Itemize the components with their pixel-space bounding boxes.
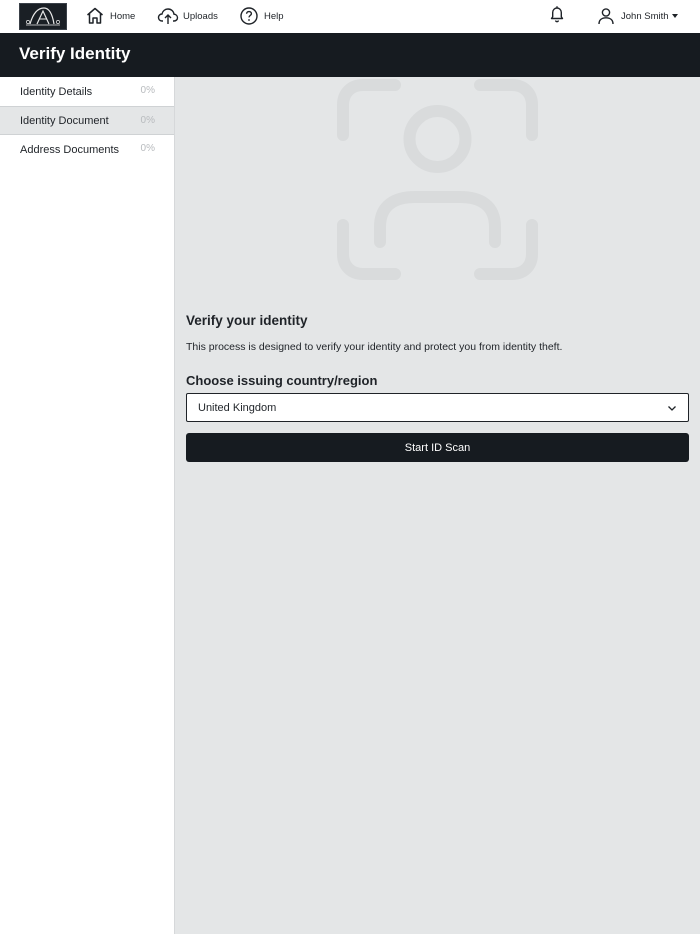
user-menu[interactable]: John Smith: [596, 5, 678, 27]
verify-description: This process is designed to verify your …: [186, 341, 563, 353]
home-icon: [84, 5, 106, 27]
page-title: Verify Identity: [19, 44, 131, 63]
verify-heading: Verify your identity: [186, 313, 308, 328]
notifications-button[interactable]: [546, 5, 568, 27]
page-header: Verify Identity: [0, 33, 700, 77]
company-logo[interactable]: [19, 3, 67, 30]
nav-home-label: Home: [110, 10, 136, 22]
sidebar-item-address-documents[interactable]: Address Documents 0%: [0, 135, 174, 164]
chevron-down-icon: [671, 14, 678, 18]
sidebar-item-identity-details[interactable]: Identity Details 0%: [0, 77, 174, 106]
sidebar-item-identity-document[interactable]: Identity Document 0%: [0, 106, 174, 135]
sidebar-item-label: Identity Document: [20, 114, 109, 127]
country-select[interactable]: United Kingdom: [186, 393, 689, 422]
user-icon: [596, 5, 616, 27]
sidebar-item-progress: 0%: [140, 115, 155, 126]
start-id-scan-button[interactable]: Start ID Scan: [186, 433, 689, 462]
nav-help-link[interactable]: Help: [238, 5, 284, 27]
nav-uploads-link[interactable]: Uploads: [157, 5, 218, 27]
country-select-value: United Kingdom: [198, 401, 277, 414]
face-scan-icon: [335, 77, 540, 282]
chevron-down-icon: [666, 402, 678, 414]
sidebar-item-label: Address Documents: [20, 143, 120, 156]
sidebar-item-progress: 0%: [140, 85, 155, 96]
sidebar: Identity Details 0% Identity Document 0%…: [0, 77, 175, 934]
sidebar-item-label: Identity Details: [20, 85, 93, 98]
bell-icon: [547, 4, 567, 29]
help-circle-icon: [238, 5, 260, 27]
nav-home-link[interactable]: Home: [84, 5, 135, 27]
top-navigation: Home Uploads Help John Smith: [0, 0, 700, 33]
nav-uploads-label: Uploads: [183, 10, 218, 22]
main-content: Verify your identity This process is des…: [175, 77, 700, 934]
nav-help-label: Help: [264, 10, 284, 22]
cloud-upload-icon: [157, 5, 179, 27]
country-label: Choose issuing country/region: [186, 373, 378, 388]
user-name: John Smith: [621, 10, 669, 22]
sidebar-item-progress: 0%: [140, 143, 155, 154]
